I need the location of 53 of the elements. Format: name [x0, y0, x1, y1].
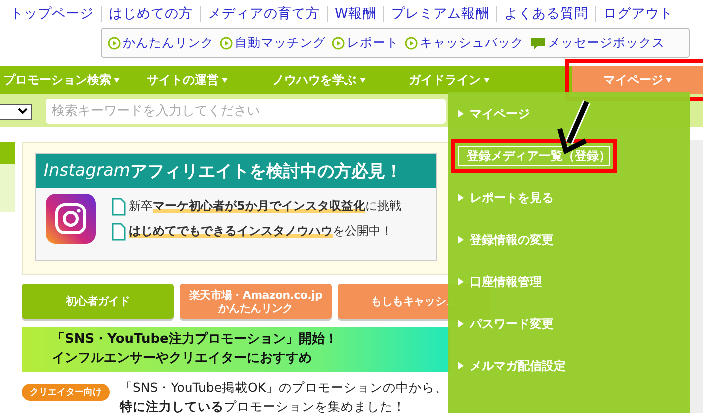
triangle-icon: [458, 278, 464, 286]
top-nav-link[interactable]: メディアの育て方: [200, 6, 327, 22]
chevron-down-icon: [18, 108, 28, 115]
quick-link[interactable]: レポート: [332, 34, 399, 52]
triangle-icon: [458, 194, 464, 202]
message-icon: [530, 36, 546, 50]
play-circle-icon: [332, 36, 345, 50]
promo-subtitle: インフルエンサーやクリエイターにおすすめ: [52, 350, 313, 368]
camera-app-icon: [46, 194, 96, 244]
top-nav-link[interactable]: W報酬: [327, 6, 384, 22]
triangle-icon: [458, 236, 464, 244]
nav-menu-item[interactable]: ガイドライン: [386, 66, 512, 94]
sidebar-panel: [0, 164, 15, 212]
caret-down-icon: [484, 78, 490, 82]
play-circle-icon: [405, 36, 418, 50]
document-icon: [112, 222, 126, 240]
caret-down-icon: [114, 78, 120, 82]
banner-title: Instagramアフィリエイトを検討中の方必見！: [36, 154, 436, 188]
triangle-icon: [458, 110, 464, 118]
nav-menu-item[interactable]: ノウハウを学ぶ: [251, 66, 387, 94]
creator-text: 「SNS・YouTube掲載OK」のプロモーションの中から、: [120, 379, 448, 397]
top-nav-link[interactable]: トップページ: [3, 6, 101, 22]
top-nav-link[interactable]: プレミアム報酬: [383, 6, 496, 22]
nav-menu-item[interactable]: マイページ: [572, 66, 703, 94]
search-field[interactable]: 検索キーワードを入力してください: [46, 99, 446, 124]
play-circle-icon: [108, 36, 121, 50]
quick-link[interactable]: キャッシュバック: [405, 34, 524, 52]
caret-down-icon: [222, 78, 228, 82]
creator-tag: クリエイター向け: [22, 384, 110, 401]
nav-menu-item[interactable]: サイトの運営: [124, 66, 252, 94]
nav-menu-item[interactable]: プロモーション検索: [0, 66, 124, 94]
caret-down-icon: [666, 78, 672, 82]
promo-title: 「SNS・YouTube注力プロモーション」開始！: [52, 330, 339, 349]
quick-link[interactable]: かんたんリンク: [108, 34, 214, 52]
creator-text: 特に注力しているプロモーションを集めました！: [120, 398, 407, 413]
quick-link[interactable]: 自動マッチング: [220, 34, 326, 52]
caret-down-icon: [360, 78, 366, 82]
category-select[interactable]: [0, 104, 32, 120]
dropdown-menu-item[interactable]: レポートを見る: [458, 188, 554, 208]
dropdown-menu-item[interactable]: 登録情報の変更: [458, 230, 554, 250]
guide-button[interactable]: 楽天市場・Amazon.co.jp かんたんリンク: [180, 284, 332, 319]
promo-banner[interactable]: 「SNS・YouTube注力プロモーション」開始！ インフルエンサーやクリエイターにおすすめ: [22, 327, 450, 372]
dropdown-menu-item[interactable]: メルマガ配信設定: [458, 356, 566, 376]
top-nav-link[interactable]: ログアウト: [595, 6, 680, 22]
triangle-icon: [458, 320, 464, 328]
play-circle-icon: [220, 36, 233, 50]
document-icon: [112, 198, 126, 216]
dropdown-menu-item[interactable]: マイページ: [458, 104, 530, 124]
top-nav-link[interactable]: よくある質問: [496, 6, 596, 22]
triangle-icon: [458, 362, 464, 370]
guide-button[interactable]: 初心者ガイド: [22, 284, 174, 319]
quick-link[interactable]: メッセージボックス: [530, 34, 665, 52]
top-nav-link[interactable]: はじめての方: [101, 6, 200, 22]
